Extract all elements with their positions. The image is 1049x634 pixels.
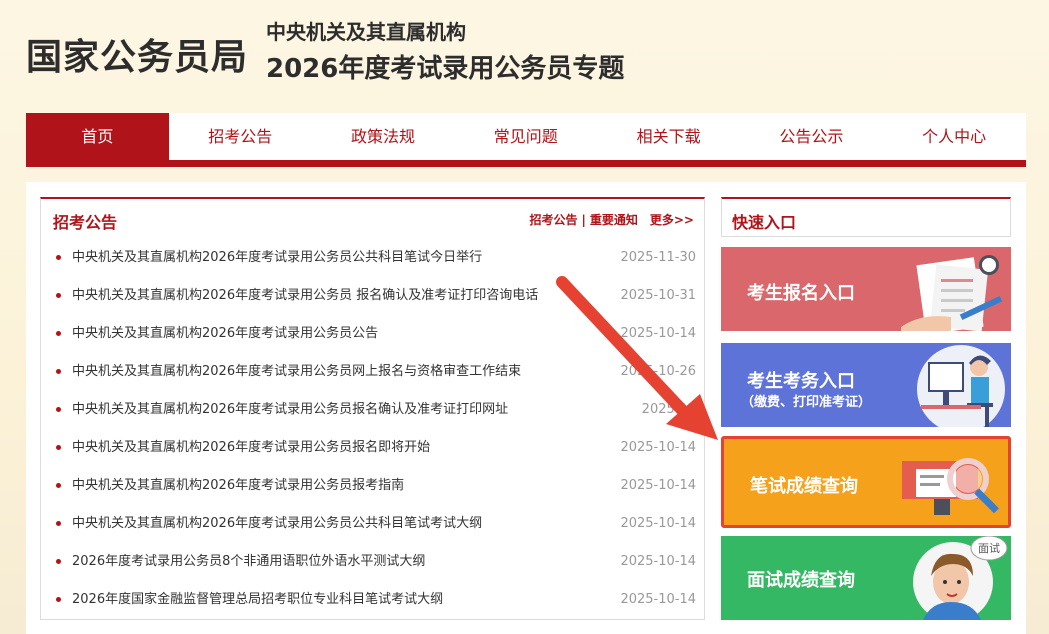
registration-entry-button[interactable]: 考生报名入口 <box>721 247 1011 331</box>
news-title-link[interactable]: 中央机关及其直属机构2026年度考试录用公务员报名确认及准考证打印网址 <box>72 391 508 429</box>
site-header: 国家公务员局 中央机关及其直属机构 2026年度考试录用公务员专题 <box>0 0 1049 112</box>
notice-panel: 招考公告 招考公告 | 重要通知 更多>> 中央机关及其直属机构2026年度考试录用公… <box>40 197 705 620</box>
news-title-link[interactable]: 中央机关及其直属机构2026年度考试录用公务员报名即将开始 <box>72 429 430 467</box>
nav-item-announcements[interactable]: 招考公告 <box>169 113 312 160</box>
bullet-icon <box>56 407 61 412</box>
nav-item-notices[interactable]: 公告公示 <box>740 113 883 160</box>
news-title-link[interactable]: 中央机关及其直属机构2026年度考试录用公务员报考指南 <box>72 467 404 505</box>
site-logo-text[interactable]: 国家公务员局 <box>26 28 248 80</box>
list-item: 中央机关及其直属机构2026年度考试录用公务员公共科目笔试考试大纲 2025-10… <box>53 505 696 543</box>
list-item: 中央机关及其直属机构2026年度考试录用公务员报考指南 2025-10-14 <box>53 467 696 505</box>
magnifier-document-icon <box>902 458 999 515</box>
bullet-icon <box>56 445 61 450</box>
news-date: 2025-10-26 <box>620 364 696 379</box>
card-label: 面试成绩查询 <box>747 570 855 591</box>
nav-item-policies[interactable]: 政策法规 <box>312 113 455 160</box>
bullet-icon <box>56 293 61 298</box>
list-item: 中央机关及其直属机构2026年度考试录用公务员 报名确认及准考证打印咨询电话 20… <box>53 277 696 315</box>
list-item: 中央机关及其直属机构2026年度考试录用公务员公共科目笔试今日举行 2025-11… <box>53 239 696 277</box>
link-important-notices[interactable]: 重要通知 <box>590 213 638 227</box>
list-item: 中央机关及其直属机构2026年度考试录用公务员报名即将开始 2025-10-14 <box>53 429 696 467</box>
notice-panel-links: 招考公告 | 重要通知 更多>> <box>529 211 694 228</box>
interview-badge-text: 面试 <box>978 542 1000 555</box>
bullet-icon <box>56 559 61 564</box>
nav-item-downloads[interactable]: 相关下载 <box>597 113 740 160</box>
link-announcements[interactable]: 招考公告 <box>529 213 577 227</box>
nav-item-user-center[interactable]: 个人中心 <box>883 113 1026 160</box>
quick-entry-header: 快速入口 <box>721 197 1011 237</box>
news-title-link[interactable]: 中央机关及其直属机构2026年度考试录用公务员公告 <box>72 315 378 353</box>
list-item: 中央机关及其直属机构2026年度考试录用公务员网上报名与资格审查工作结束 2025… <box>53 353 696 391</box>
news-title-link[interactable]: 中央机关及其直属机构2026年度考试录用公务员 报名确认及准考证打印咨询电话 <box>72 277 538 315</box>
notice-panel-title: 招考公告 <box>53 213 118 232</box>
header-title: 2026年度考试录用公务员专题 <box>266 54 625 84</box>
news-title-link[interactable]: 2026年度国家金融监督管理总局招考职位专业科目笔试考试大纲 <box>72 581 443 619</box>
news-title-link[interactable]: 中央机关及其直属机构2026年度考试录用公务员公共科目笔试今日举行 <box>72 239 482 277</box>
bullet-icon <box>56 331 61 336</box>
news-title-link[interactable]: 中央机关及其直属机构2026年度考试录用公务员公共科目笔试考试大纲 <box>72 505 482 543</box>
card-label: 考生报名入口 <box>747 283 855 304</box>
more-link[interactable]: 更多>> <box>650 213 694 227</box>
card-label: 笔试成绩查询 <box>750 476 858 497</box>
header-subtitle: 中央机关及其直属机构 <box>266 20 466 44</box>
link-separator: | <box>581 213 586 227</box>
news-date: 2025-11-30 <box>620 250 696 265</box>
news-date: 2025-10-14 <box>620 554 696 569</box>
interviewee-avatar-icon: 面试 <box>913 536 1008 620</box>
news-date: 2025-10-14 <box>620 592 696 607</box>
list-item: 中央机关及其直属机构2026年度考试录用公务员公告 2025-10-14 <box>53 315 696 353</box>
news-title-link[interactable]: 中央机关及其直属机构2026年度考试录用公务员网上报名与资格审查工作结束 <box>72 353 521 391</box>
bullet-icon <box>56 483 61 488</box>
nav-item-home[interactable]: 首页 <box>26 113 169 160</box>
news-date: 2025-10-14 <box>620 516 696 531</box>
news-date: 2025-10-14 <box>620 326 696 341</box>
form-illustration-icon <box>901 255 1003 331</box>
computer-user-illustration-icon <box>917 345 1005 427</box>
notice-panel-header: 招考公告 招考公告 | 重要通知 更多>> <box>41 199 704 239</box>
interview-score-query-button[interactable]: 面试成绩查询 面试 <box>721 536 1011 620</box>
quick-entry-title: 快速入口 <box>732 213 797 232</box>
written-score-query-button[interactable]: 笔试成绩查询 <box>721 436 1011 528</box>
main-nav: 首页 招考公告 政策法规 常见问题 相关下载 公告公示 个人中心 <box>26 113 1026 167</box>
exam-affairs-entry-button[interactable]: 考生考务入口 （缴费、打印准考证） <box>721 343 1011 427</box>
bullet-icon <box>56 255 61 260</box>
news-title-link[interactable]: 2026年度考试录用公务员8个非通用语职位外语水平测试大纲 <box>72 543 425 581</box>
bullet-icon <box>56 521 61 526</box>
list-item: 中央机关及其直属机构2026年度考试录用公务员报名确认及准考证打印网址 2025-… <box>53 391 696 429</box>
news-date: 2025-10-14 <box>620 478 696 493</box>
news-date: 2025-10 <box>641 402 696 417</box>
bullet-icon <box>56 597 61 602</box>
card-sublabel: （缴费、打印准考证） <box>741 395 872 410</box>
nav-item-faq[interactable]: 常见问题 <box>454 113 597 160</box>
list-item: 2026年度考试录用公务员8个非通用语职位外语水平测试大纲 2025-10-14 <box>53 543 696 581</box>
card-label: 考生考务入口 <box>747 371 855 392</box>
news-list: 中央机关及其直属机构2026年度考试录用公务员公共科目笔试今日举行 2025-11… <box>53 239 696 619</box>
list-item: 2026年度国家金融监督管理总局招考职位专业科目笔试考试大纲 2025-10-14 <box>53 581 696 619</box>
bullet-icon <box>56 369 61 374</box>
news-date: 2025-10-14 <box>620 440 696 455</box>
news-date: 2025-10-31 <box>620 288 696 303</box>
